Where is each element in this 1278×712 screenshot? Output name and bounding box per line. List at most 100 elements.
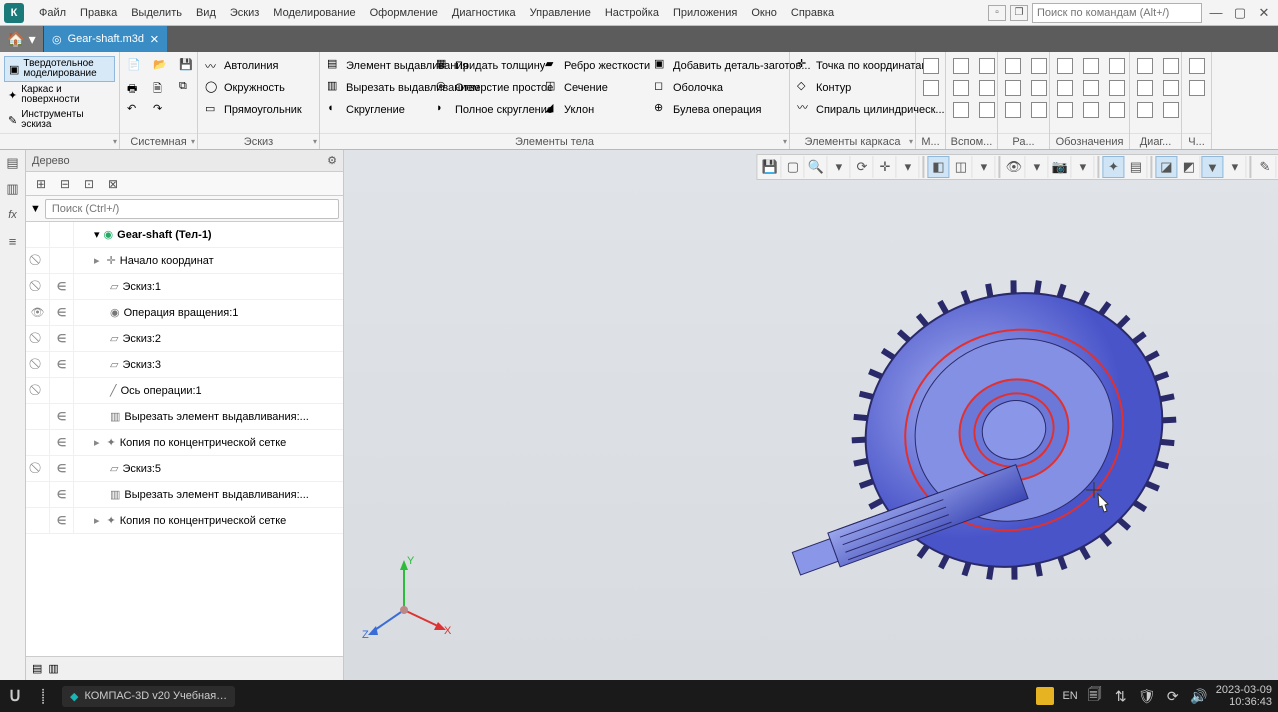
m-btn-1[interactable] xyxy=(920,56,942,76)
diag-btn-3[interactable] xyxy=(1134,100,1156,120)
vt-save-icon[interactable]: 💾 xyxy=(759,156,781,178)
vt-annotate-icon[interactable]: ✎ xyxy=(1254,156,1276,178)
diag-btn-5[interactable] xyxy=(1160,78,1182,98)
tree-mode-3-icon[interactable]: ⊡ xyxy=(80,175,98,193)
r-btn-4[interactable] xyxy=(1028,56,1050,76)
ch-btn-1[interactable] xyxy=(1186,56,1208,76)
print-preview-button[interactable]: 🗎 xyxy=(150,78,172,98)
add-blank-button[interactable]: ▣Добавить деталь-заготов... xyxy=(651,56,766,76)
tree-row[interactable]: ∈▥ Вырезать элемент выдавливания:... xyxy=(26,482,343,508)
full-fillet-button[interactable]: ◗Полное скругление xyxy=(433,100,538,120)
shell-button[interactable]: ◻Оболочка xyxy=(651,78,766,98)
start-menu-icon[interactable]: ᑌ xyxy=(6,687,24,705)
menu-manage[interactable]: Управление xyxy=(523,3,598,23)
note-btn-9[interactable] xyxy=(1106,100,1128,120)
r-btn-6[interactable] xyxy=(1028,100,1050,120)
vt-rotate-icon[interactable]: ⟳ xyxy=(851,156,873,178)
thicken-button[interactable]: ▦Придать толщину xyxy=(433,56,538,76)
menu-file[interactable]: Файл xyxy=(32,3,73,23)
menu-modeling[interactable]: Моделирование xyxy=(266,3,362,23)
tree-body[interactable]: ▾ ◉ Gear-shaft (Тел-1) ⃠▸✛ Начало коорди… xyxy=(26,222,343,656)
aux-btn-6[interactable] xyxy=(976,100,998,120)
tree-node-content[interactable]: ▸✛ Начало координат xyxy=(74,254,343,267)
rectangle-button[interactable]: ▭Прямоугольник xyxy=(202,100,305,120)
taskbar-app-kompas[interactable]: ◆ КОМПАС-3D v20 Учебная… xyxy=(62,686,235,707)
print-button[interactable]: 🖶 xyxy=(124,78,146,98)
tree-footer-btn-2[interactable]: ▥ xyxy=(48,662,58,675)
tree-row[interactable]: 👁∈◉ Операция вращения:1 xyxy=(26,300,343,326)
vt-render-2-icon[interactable]: ◩ xyxy=(1178,156,1200,178)
diag-btn-6[interactable] xyxy=(1160,100,1182,120)
visibility-toggle-icon[interactable]: ⃠ xyxy=(26,456,50,481)
aux-btn-5[interactable] xyxy=(976,78,998,98)
point-button[interactable]: ✛Точка по координатам xyxy=(794,56,911,76)
note-btn-7[interactable] xyxy=(1106,56,1128,76)
aux-btn-2[interactable] xyxy=(950,78,972,98)
vt-filter-icon[interactable]: ▼ xyxy=(1201,156,1223,178)
undo-button[interactable]: ↶ xyxy=(124,100,146,120)
menu-select[interactable]: Выделить xyxy=(124,3,189,23)
tree-row[interactable]: ∈▸✦ Копия по концентрической сетке xyxy=(26,430,343,456)
mode-wireframe[interactable]: ✦ Каркас и поверхности xyxy=(4,83,115,107)
visibility-toggle-icon[interactable]: 👁 xyxy=(26,300,50,325)
window-maximize-button[interactable]: ▢ xyxy=(1230,5,1250,21)
window-close-button[interactable]: ✕ xyxy=(1254,5,1274,21)
tree-node-content[interactable]: ▸✦ Копия по концентрической сетке xyxy=(74,436,343,449)
m-btn-2[interactable] xyxy=(920,78,942,98)
aux-btn-3[interactable] xyxy=(950,100,972,120)
copy-button[interactable]: ⧉ xyxy=(176,78,198,98)
draft-button[interactable]: ◢Уклон xyxy=(542,100,647,120)
vt-dd-5[interactable]: ▾ xyxy=(1072,156,1094,178)
vt-render-1-icon[interactable]: ◪ xyxy=(1155,156,1177,178)
tree-search-input[interactable] xyxy=(45,199,339,219)
mode-solid[interactable]: ▣ Твердотельное моделирование xyxy=(4,56,115,82)
note-btn-3[interactable] xyxy=(1054,100,1076,120)
visibility-toggle-icon[interactable]: ⃠ xyxy=(26,378,50,403)
visibility-toggle-icon[interactable] xyxy=(26,404,50,429)
tree-node-content[interactable]: ◉ Операция вращения:1 xyxy=(74,306,343,319)
expander-icon[interactable]: ▸ xyxy=(94,254,100,267)
vt-dd-6[interactable]: ▾ xyxy=(1224,156,1246,178)
aux-btn-4[interactable] xyxy=(976,56,998,76)
tree-row[interactable]: ⃠ ╱ Ось операции:1 xyxy=(26,378,343,404)
cascade-icon[interactable]: ❐ xyxy=(1010,5,1028,21)
vt-wire-icon[interactable]: ◫ xyxy=(950,156,972,178)
vt-dd-2[interactable]: ▾ xyxy=(897,156,919,178)
vt-zoomfit-icon[interactable]: 🔍 xyxy=(805,156,827,178)
vt-shade-icon[interactable]: ◧ xyxy=(927,156,949,178)
tree-row[interactable]: ⃠▸✛ Начало координат xyxy=(26,248,343,274)
extrude-button[interactable]: ▤Элемент выдавливания xyxy=(324,56,429,76)
fillet-button[interactable]: ◖Скругление xyxy=(324,100,429,120)
panel-fx-icon[interactable]: fx xyxy=(4,206,22,224)
mode-sketch-tools[interactable]: ✎ Инструменты эскиза xyxy=(4,108,115,132)
rib-button[interactable]: ▰Ребро жесткости xyxy=(542,56,647,76)
visibility-toggle-icon[interactable] xyxy=(26,482,50,507)
expander-icon[interactable]: ▸ xyxy=(94,514,100,527)
vt-dd-4[interactable]: ▾ xyxy=(1026,156,1048,178)
menu-apps[interactable]: Приложения xyxy=(666,3,744,23)
visibility-toggle-icon[interactable]: ⃠ xyxy=(26,326,50,351)
new-doc-button[interactable]: 📄 xyxy=(124,56,146,76)
menu-diagnostics[interactable]: Диагностика xyxy=(445,3,523,23)
vt-axis-icon[interactable]: ✛ xyxy=(874,156,896,178)
window-minimize-button[interactable]: — xyxy=(1206,5,1226,21)
menu-settings[interactable]: Настройка xyxy=(598,3,666,23)
tree-node-content[interactable]: ▸✦ Копия по концентрической сетке xyxy=(74,514,343,527)
command-search-input[interactable] xyxy=(1032,3,1202,23)
vt-hide-icon[interactable]: 👁 xyxy=(1003,156,1025,178)
visibility-toggle-icon[interactable]: ⃠ xyxy=(26,352,50,377)
tree-row[interactable]: ∈▸✦ Копия по концентрической сетке xyxy=(26,508,343,534)
tree-row[interactable]: ⃠∈▱ Эскиз:2 xyxy=(26,326,343,352)
save-button[interactable]: 💾 xyxy=(176,56,198,76)
tree-node-content[interactable]: ▥ Вырезать элемент выдавливания:... xyxy=(74,488,343,501)
cut-extrude-button[interactable]: ▥Вырезать выдавливанием xyxy=(324,78,429,98)
hole-button[interactable]: ◎Отверстие простое xyxy=(433,78,538,98)
viewport-3d[interactable]: 💾 ▢ 🔍 ▾ ⟳ ✛ ▾ ◧ ◫ ▾ 👁 ▾ 📷 ▾ ✦ ▤ xyxy=(344,150,1278,680)
aux-btn-1[interactable] xyxy=(950,56,972,76)
ch-btn-2[interactable] xyxy=(1186,78,1208,98)
helix-button[interactable]: 〰Спираль цилиндрическ... xyxy=(794,100,911,120)
vt-dd-1[interactable]: ▾ xyxy=(828,156,850,178)
tree-node-content[interactable]: ╱ Ось операции:1 xyxy=(74,384,343,397)
document-tab-close[interactable]: × xyxy=(150,31,159,48)
vt-layers-icon[interactable]: ▤ xyxy=(1125,156,1147,178)
